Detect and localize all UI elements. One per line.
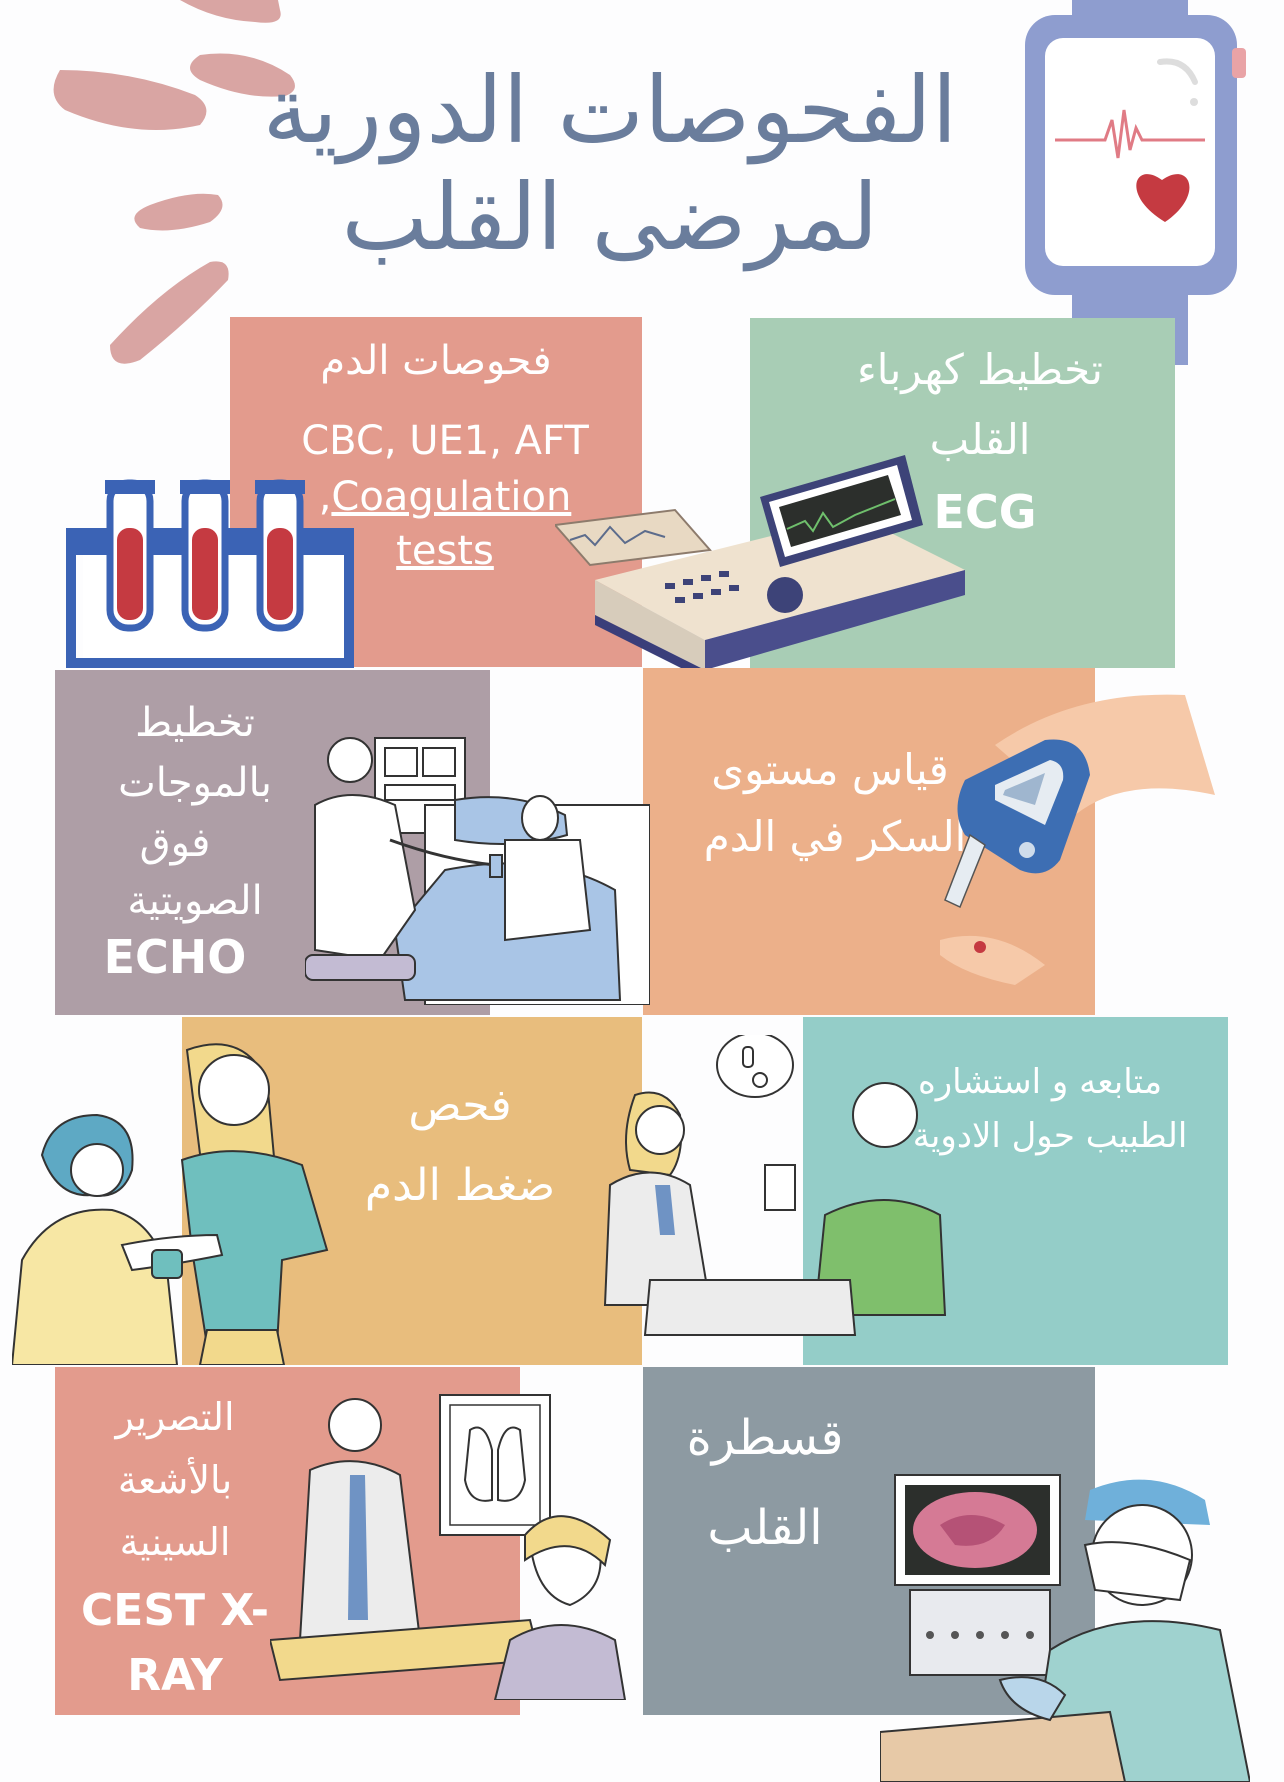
blood-tests-title: فحوصات الدم [320, 338, 552, 384]
tests-link[interactable]: tests [396, 528, 494, 574]
title-line2: لمرضى القلب [341, 164, 879, 271]
title-line1: الفحوصات الدورية [262, 57, 958, 164]
xray-line1: التصرير [115, 1395, 235, 1439]
echo-line2: بالموجات [118, 760, 272, 806]
xray-line3: السينية [119, 1520, 231, 1564]
cath-line2: القلب [707, 1500, 823, 1556]
bp-line2: ضغط الدم [364, 1160, 556, 1211]
ecg-title-line1: تخطيط كهرباء [857, 345, 1103, 394]
cath-line1: قسطرة [686, 1410, 844, 1466]
xray-line2: بالأشعة [117, 1458, 233, 1502]
doctor-consultation-icon [603, 1035, 947, 1336]
xray-doctor-icon [270, 1394, 627, 1700]
echo-abbr: ECHO [103, 930, 247, 984]
xray-abbr1: CEST X- [81, 1585, 269, 1636]
cath-lab-icon [880, 1474, 1250, 1782]
ecg-machine-icon [555, 455, 965, 680]
echo-scene-icon [305, 737, 650, 1005]
bp-line1: فحص [408, 1080, 512, 1131]
test-tubes-icon [66, 479, 354, 668]
echo-line1: تخطيط [135, 700, 255, 746]
nurse-patient-icon [12, 1043, 329, 1365]
smartwatch-icon [1025, 0, 1246, 365]
infographic-page: الفحوصات الدورية لمرضى القلب فحوصات الدم… [0, 0, 1284, 1782]
coagulation-link[interactable]: Coagulation [331, 474, 571, 520]
echo-line4: الصويتية [127, 878, 263, 924]
xray-abbr2: RAY [127, 1650, 223, 1701]
echo-line3: فوق [139, 820, 211, 866]
glucometer-icon [940, 694, 1215, 985]
